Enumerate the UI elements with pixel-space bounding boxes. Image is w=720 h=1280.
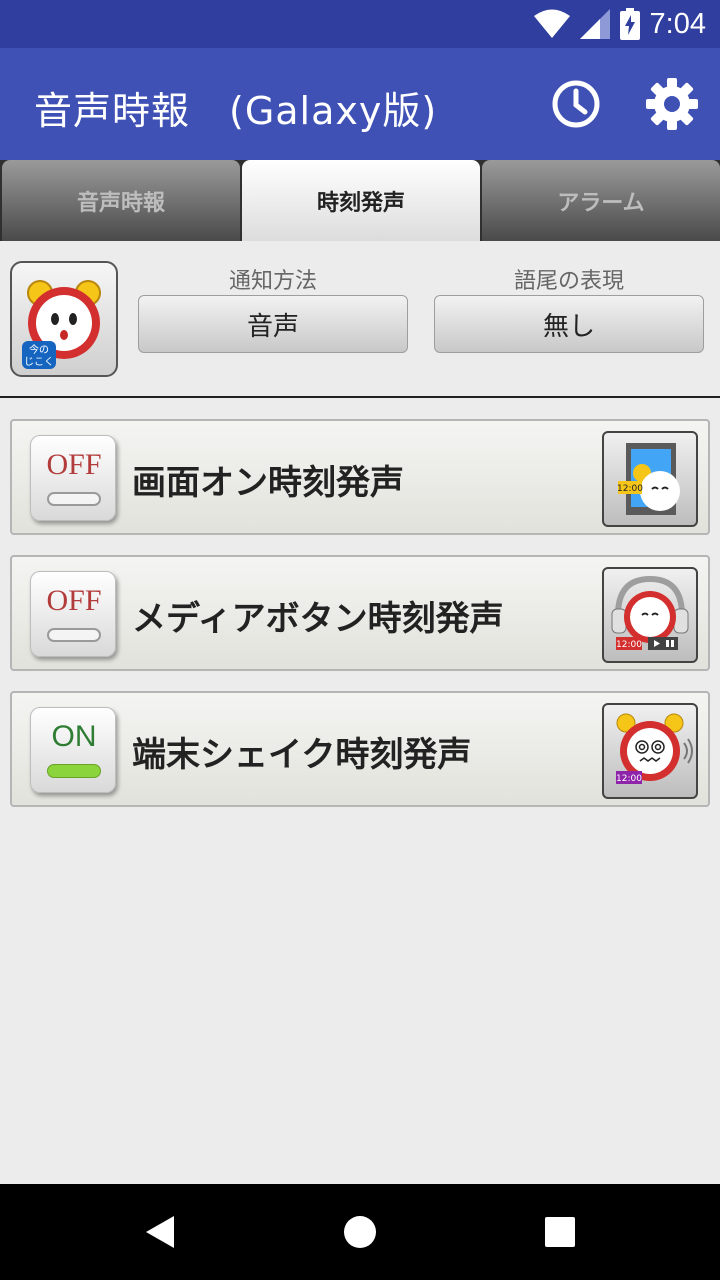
status-time: 7:04 [649,7,706,40]
home-icon [344,1216,376,1248]
notify-method-group: 通知方法 音声 [138,263,408,353]
headphone-clock-icon: 12:00 [611,575,689,650]
shake-clock-icon: 12:00 [616,713,693,784]
recents-icon [545,1217,575,1247]
history-clock-icon [552,80,600,128]
ending-expression-label: 語尾の表現 [513,269,624,294]
tab-time-signal[interactable]: 音声時報 [2,160,240,241]
tab-time-announce[interactable]: 時刻発声 [242,160,480,241]
navigation-bar [0,1184,720,1280]
battery-charging-icon [619,8,640,40]
alarm-clock-mascot-icon: 今の じこく [22,280,101,369]
ending-expression-button[interactable]: 無し [434,295,704,353]
feature-card-screen-on: OFF 画面オン時刻発声 12:00 [10,419,710,535]
tab-alarm[interactable]: アラーム [482,160,720,241]
feature-title: メディアボタン時刻発声 [132,599,504,639]
shake-toggle[interactable]: ON [30,707,116,793]
settings-row: 今の じこく 通知方法 音声 語尾の表現 無し [0,241,720,398]
feature-card-shake: ON 端末シェイク時刻発声 12:00 [10,691,710,807]
toggle-state-text: OFF [46,448,102,481]
notify-method-label: 通知方法 [228,269,317,294]
status-icons: 7:04 [533,7,706,40]
app-title: 音声時報 (Galaxy版) [34,89,438,133]
toggle-indicator [47,764,101,778]
back-button[interactable] [136,1208,184,1256]
media-button-toggle[interactable]: OFF [30,571,116,657]
icon-time-text: 12:00 [617,484,643,494]
app-bar: 音声時報 (Galaxy版) [0,48,720,160]
history-button[interactable] [546,74,606,134]
icon-time-text: 12:00 [616,640,642,650]
screen-on-clock-icon: 12:00 [617,443,680,515]
toggle-indicator [47,628,101,642]
feature-card-media-button: OFF メディアボタン時刻発声 12:00 [10,555,710,671]
tab-bar: 音声時報 時刻発声 アラーム [0,160,720,241]
mascot-badge-text: 今の [29,343,49,356]
gear-icon [646,78,698,130]
back-icon [146,1216,174,1248]
shake-icon-button[interactable]: 12:00 [602,703,698,799]
current-time-button[interactable]: 今の じこく [10,261,118,377]
screen-on-toggle[interactable]: OFF [30,435,116,521]
ending-expression-group: 語尾の表現 無し [434,263,704,353]
feature-title: 画面オン時刻発声 [132,463,404,503]
signal-icon [579,9,610,39]
mascot-badge-text-2: じこく [24,356,54,368]
home-button[interactable] [336,1208,384,1256]
screen-on-icon-button[interactable]: 12:00 [602,431,698,527]
notify-method-button[interactable]: 音声 [138,295,408,353]
wifi-icon [533,9,570,38]
feature-title: 端末シェイク時刻発声 [132,735,472,775]
toggle-indicator [47,492,101,506]
recents-button[interactable] [536,1208,584,1256]
media-button-icon-button[interactable]: 12:00 [602,567,698,663]
toggle-state-text: ON [51,720,97,753]
icon-time-text: 12:00 [616,774,642,784]
status-bar: 7:04 [0,0,720,48]
settings-button[interactable] [642,74,702,134]
toggle-state-text: OFF [46,584,102,617]
